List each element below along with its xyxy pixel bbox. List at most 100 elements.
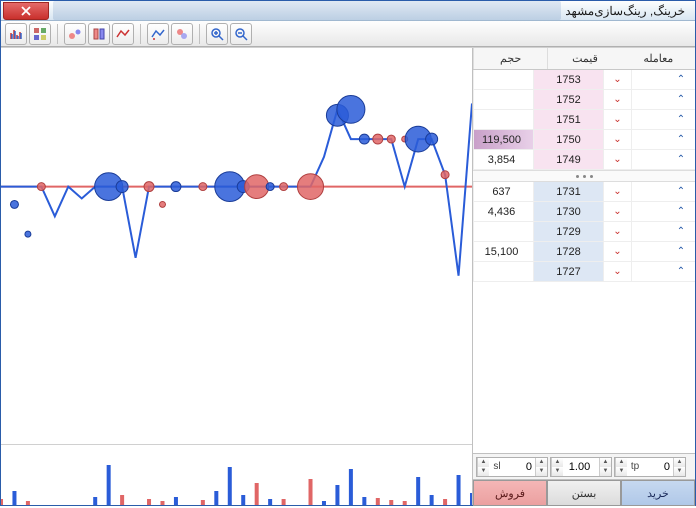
order-sell-arrow[interactable]: ⌄ bbox=[603, 202, 631, 221]
qty-up-icon[interactable]: ▲ bbox=[551, 458, 563, 467]
tp-label: tp bbox=[627, 461, 643, 472]
order-buy-arrow[interactable]: ⌃ bbox=[667, 242, 695, 261]
qty-spinner[interactable]: ▲▼ 1.00 ▲▼ bbox=[550, 457, 612, 477]
order-price: 1750 bbox=[533, 130, 603, 149]
order-sell-arrow[interactable]: ⌄ bbox=[603, 70, 631, 89]
sl-up-icon[interactable]: ▲ bbox=[477, 458, 489, 467]
titlebar: خرینگ, رینگ‌سازی‌مشهد bbox=[1, 1, 695, 21]
order-row[interactable]: 15,100 1728 ⌄ ⌃ bbox=[473, 242, 695, 262]
order-row[interactable]: 1729 ⌄ ⌃ bbox=[473, 222, 695, 242]
sl-label: sl bbox=[489, 461, 505, 472]
order-row[interactable]: 1751 ⌄ ⌃ bbox=[473, 110, 695, 130]
zoom-out-icon[interactable] bbox=[230, 23, 252, 45]
action-buttons: فروش بستن خرید bbox=[473, 480, 695, 505]
chart-bubble-icon[interactable] bbox=[64, 23, 86, 45]
chart-volume bbox=[1, 445, 472, 505]
close-button[interactable] bbox=[3, 2, 49, 20]
chart-bars-icon[interactable] bbox=[5, 23, 27, 45]
order-row[interactable]: 1753 ⌄ ⌃ bbox=[473, 70, 695, 90]
order-buy-arrow[interactable]: ⌃ bbox=[667, 182, 695, 201]
separator bbox=[199, 24, 200, 44]
order-footer: فروش بستن خرید bbox=[473, 479, 695, 505]
order-sell-arrow[interactable]: ⌄ bbox=[603, 150, 631, 169]
tp-up2-icon[interactable]: ▲ bbox=[673, 458, 685, 467]
toolbar bbox=[1, 21, 695, 47]
order-sell-arrow[interactable]: ⌄ bbox=[603, 110, 631, 129]
window-title: خرینگ, رینگ‌سازی‌مشهد bbox=[565, 4, 691, 18]
sl-down2-icon[interactable]: ▼ bbox=[535, 467, 547, 476]
order-buy-arrow[interactable]: ⌃ bbox=[667, 110, 695, 129]
order-vol bbox=[473, 110, 533, 129]
order-sell-arrow[interactable]: ⌄ bbox=[603, 182, 631, 201]
order-vol: 637 bbox=[473, 182, 533, 201]
chart-switch-icon[interactable] bbox=[88, 23, 110, 45]
order-sell-arrow[interactable]: ⌄ bbox=[603, 262, 631, 281]
order-header: حجم قیمت معامله bbox=[473, 48, 695, 70]
close-position-button[interactable]: بستن bbox=[547, 480, 621, 506]
chart-line-icon[interactable] bbox=[112, 23, 134, 45]
separator bbox=[57, 24, 58, 44]
buy-button[interactable]: خرید bbox=[621, 480, 695, 506]
qty-value[interactable]: 1.00 bbox=[563, 461, 599, 473]
qty-up2-icon[interactable]: ▲ bbox=[599, 458, 611, 467]
order-row[interactable]: 4,436 1730 ⌄ ⌃ bbox=[473, 202, 695, 222]
col-header-vol: حجم bbox=[473, 48, 547, 69]
order-sell-arrow[interactable]: ⌄ bbox=[603, 90, 631, 109]
order-sell-arrow[interactable]: ⌄ bbox=[603, 130, 631, 149]
sl-up2-icon[interactable]: ▲ bbox=[535, 458, 547, 467]
order-price: 1749 bbox=[533, 150, 603, 169]
order-sell-arrow[interactable]: ⌄ bbox=[603, 222, 631, 241]
chart-main bbox=[1, 48, 472, 445]
order-buy-arrow[interactable]: ⌃ bbox=[667, 202, 695, 221]
order-vol: 15,100 bbox=[473, 242, 533, 261]
order-buy-arrow[interactable]: ⌃ bbox=[667, 150, 695, 169]
filter-icon[interactable] bbox=[171, 23, 193, 45]
order-sell-arrow[interactable]: ⌄ bbox=[603, 242, 631, 261]
order-buy-arrow[interactable]: ⌃ bbox=[667, 222, 695, 241]
qty-down-icon[interactable]: ▼ bbox=[551, 467, 563, 476]
order-price: 1752 bbox=[533, 90, 603, 109]
order-row[interactable]: 3,854 1749 ⌄ ⌃ bbox=[473, 150, 695, 170]
order-separator[interactable] bbox=[473, 170, 695, 182]
window: خرینگ, رینگ‌سازی‌مشهد حجم قیمت مع bbox=[0, 0, 696, 506]
sell-button[interactable]: فروش bbox=[473, 480, 547, 506]
zoom-in-icon[interactable] bbox=[206, 23, 228, 45]
order-buy-arrow[interactable]: ⌃ bbox=[667, 70, 695, 89]
tp-down-icon[interactable]: ▼ bbox=[615, 467, 627, 476]
order-row[interactable]: 637 1731 ⌄ ⌃ bbox=[473, 182, 695, 202]
sl-spinner[interactable]: ▲▼ sl 0 ▲▼ bbox=[476, 457, 548, 477]
order-price: 1751 bbox=[533, 110, 603, 129]
order-vol: 4,436 bbox=[473, 202, 533, 221]
order-buy-arrow[interactable]: ⌃ bbox=[667, 130, 695, 149]
titlebar-spacer bbox=[53, 1, 561, 20]
sl-down-icon[interactable]: ▼ bbox=[477, 467, 489, 476]
chart-group-icon[interactable] bbox=[29, 23, 51, 45]
tp-up-icon[interactable]: ▲ bbox=[615, 458, 627, 467]
order-vol bbox=[473, 262, 533, 281]
order-price: 1731 bbox=[533, 182, 603, 201]
sl-value[interactable]: 0 bbox=[505, 461, 535, 473]
order-vol bbox=[473, 90, 533, 109]
order-row[interactable]: 1752 ⌄ ⌃ bbox=[473, 90, 695, 110]
order-vol: 3,854 bbox=[473, 150, 533, 169]
order-vol bbox=[473, 222, 533, 241]
order-buy-arrow[interactable]: ⌃ bbox=[667, 262, 695, 281]
tp-spinner[interactable]: ▲▼ tp 0 ▲▼ bbox=[614, 457, 686, 477]
order-price: 1728 bbox=[533, 242, 603, 261]
order-row[interactable]: 119,500 1750 ⌄ ⌃ bbox=[473, 130, 695, 150]
content: حجم قیمت معامله 1753 ⌄ ⌃ 1752 ⌄ ⌃ 1751 ⌄… bbox=[1, 47, 695, 505]
order-vol bbox=[473, 70, 533, 89]
order-vol: 119,500 bbox=[473, 130, 533, 149]
order-buy-arrow[interactable]: ⌃ bbox=[667, 90, 695, 109]
col-header-trade: معامله bbox=[622, 48, 695, 69]
chart-area[interactable] bbox=[1, 48, 473, 505]
tp-down2-icon[interactable]: ▼ bbox=[673, 467, 685, 476]
spinner-bar: ▲▼ sl 0 ▲▼ ▲▼ 1.00 ▲▼ ▲▼ tp 0 ▲▼ bbox=[473, 453, 695, 479]
order-panel: حجم قیمت معامله 1753 ⌄ ⌃ 1752 ⌄ ⌃ 1751 ⌄… bbox=[473, 48, 695, 505]
separator bbox=[140, 24, 141, 44]
order-row[interactable]: 1727 ⌄ ⌃ bbox=[473, 262, 695, 282]
reset-icon[interactable] bbox=[147, 23, 169, 45]
qty-down2-icon[interactable]: ▼ bbox=[599, 467, 611, 476]
tp-value[interactable]: 0 bbox=[643, 461, 673, 473]
order-price: 1727 bbox=[533, 262, 603, 281]
